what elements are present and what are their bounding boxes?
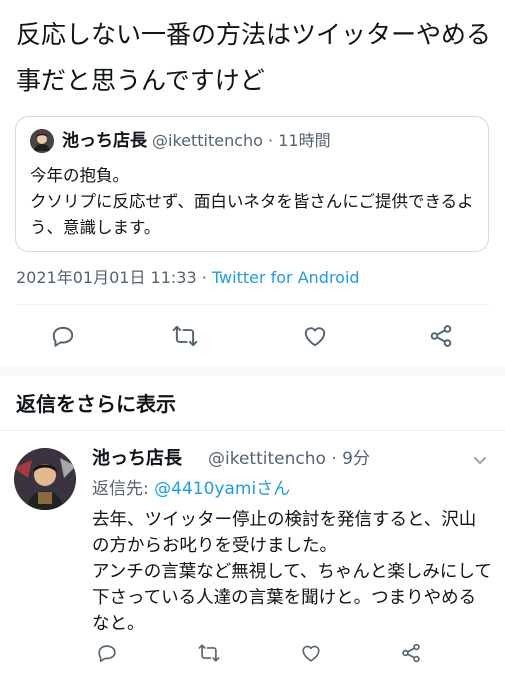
tweet-source[interactable]: Twitter for Android [212, 268, 360, 287]
reply-to-mention[interactable]: @4410yamiさん [154, 479, 290, 499]
reply-to-prefix: 返信先: [92, 479, 155, 499]
retweet-icon[interactable] [172, 323, 198, 349]
tweet-timestamp[interactable]: 2021年01月01日 11:33 [16, 268, 197, 287]
reply-body-text: 去年、ツイッター停止の検討を発信すると、沢山の方からお叱りを受けました。 アンチ… [92, 510, 492, 634]
quoted-avatar[interactable] [30, 129, 54, 153]
reply-to-line: 返信先: @4410yamiさん [92, 476, 290, 502]
reply-icon[interactable] [96, 642, 118, 664]
tweet-meta: 2021年01月01日 11:33 · Twitter for Android [16, 266, 360, 290]
reply-body: 去年、ツイッター停止の検討を発信すると、沢山の方からお叱りを受けました。 アンチ… [92, 507, 492, 637]
meta-separator: · [196, 268, 212, 287]
share-icon[interactable] [400, 642, 422, 664]
reply-icon[interactable] [50, 323, 76, 349]
retweet-icon[interactable] [198, 642, 220, 664]
reply-author-handle[interactable]: @ikettitencho · 9分 [208, 446, 370, 472]
quoted-tweet-card[interactable]: 池っち店長 @ikettitencho · 11時間 今年の抱負。 クソリプに反… [15, 116, 489, 252]
tweet-text: 反応しない一番の方法はツイッターやめる事だと思うんですけど [16, 20, 492, 95]
quoted-dot: · [262, 131, 279, 150]
chevron-down-icon[interactable] [470, 450, 490, 470]
divider [16, 304, 489, 305]
reply-author-name[interactable]: 池っち店長 [92, 446, 182, 472]
quoted-author-name[interactable]: 池っち店長 [62, 129, 147, 153]
reply-time: 9分 [342, 449, 370, 469]
more-replies-header[interactable]: 返信をさらに表示 [16, 389, 176, 419]
section-separator [0, 366, 505, 376]
divider [0, 430, 505, 431]
like-icon[interactable] [302, 323, 328, 349]
reply-dot: · [325, 449, 343, 469]
quoted-author-handle[interactable]: @ikettitencho · 11時間 [152, 129, 331, 153]
reply-avatar[interactable] [14, 448, 76, 510]
quoted-handle-text: @ikettitencho [152, 131, 263, 150]
reply-handle-text: @ikettitencho [208, 449, 326, 469]
quoted-time: 11時間 [278, 131, 331, 150]
share-icon[interactable] [428, 323, 454, 349]
like-icon[interactable] [300, 642, 322, 664]
quoted-tweet-body: 今年の抱負。 クソリプに反応せず、面白いネタを皆さんにご提供できるよう、意識しま… [30, 163, 476, 241]
quoted-body-text: 今年の抱負。 クソリプに反応せず、面白いネタを皆さんにご提供できるよう、意識しま… [30, 166, 474, 237]
